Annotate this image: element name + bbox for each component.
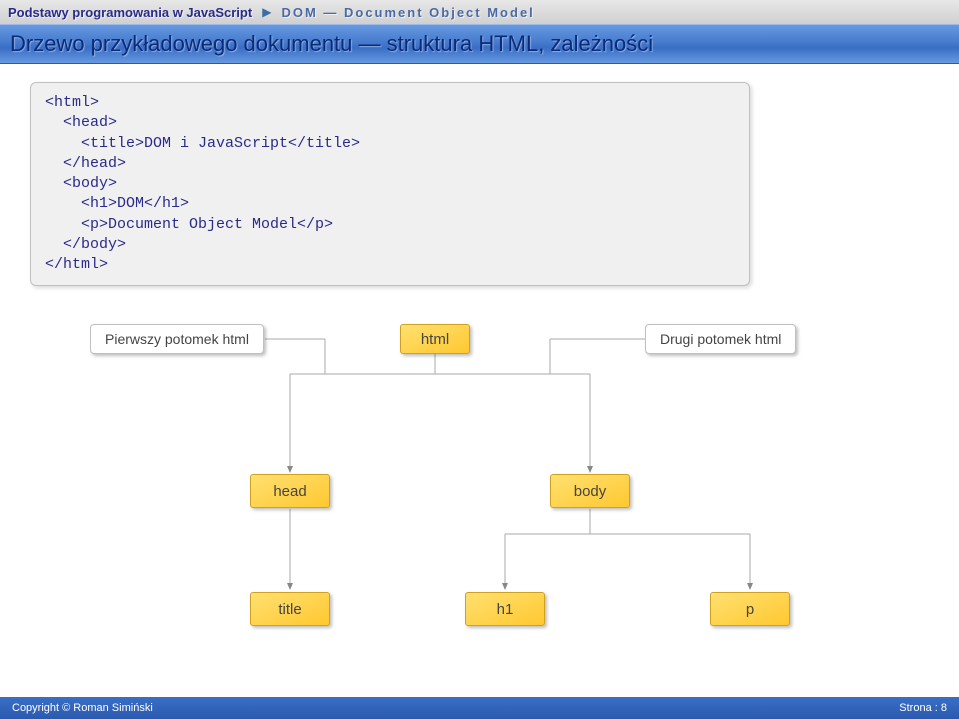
node-head-label: head — [273, 483, 306, 500]
footer-page: Strona : 8 — [899, 702, 947, 714]
node-head: head — [250, 474, 330, 508]
code-line-0: <html> — [45, 94, 99, 111]
header-right-text: DOM — Document Object Model — [281, 5, 534, 20]
node-h1-label: h1 — [497, 601, 514, 618]
footer-copyright: Copyright © Roman Simiński — [12, 702, 153, 714]
node-h1: h1 — [465, 592, 545, 626]
code-line-3: </head> — [45, 155, 126, 172]
page-title: Drzewo przykładowego dokumentu — struktu… — [0, 24, 959, 64]
node-title-label: title — [278, 601, 301, 618]
code-line-7: </body> — [45, 236, 126, 253]
node-p: p — [710, 592, 790, 626]
annotation-right-text: Drugi potomek html — [660, 331, 781, 347]
annotation-first-child: Pierwszy potomek html — [90, 324, 264, 354]
code-line-2: <title>DOM i JavaScript</title> — [45, 135, 360, 152]
footer-page-label: Strona : — [899, 702, 938, 714]
annotation-second-child: Drugi potomek html — [645, 324, 796, 354]
code-line-5: <h1>DOM</h1> — [45, 195, 189, 212]
code-line-1: <head> — [45, 114, 117, 131]
node-body: body — [550, 474, 630, 508]
code-sample: <html> <head> <title>DOM i JavaScript</t… — [30, 82, 750, 286]
node-html-label: html — [421, 331, 449, 348]
arrow-right-icon: ▶ — [262, 5, 271, 19]
header-bar: Podstawy programowania w JavaScript ▶ DO… — [0, 0, 959, 24]
code-line-6: <p>Document Object Model</p> — [45, 216, 333, 233]
tree-diagram: Pierwszy potomek html html Drugi potomek… — [30, 294, 930, 674]
node-body-label: body — [574, 483, 607, 500]
content-area: <html> <head> <title>DOM i JavaScript</t… — [0, 64, 959, 697]
footer-bar: Copyright © Roman Simiński Strona : 8 — [0, 697, 959, 719]
annotation-left-text: Pierwszy potomek html — [105, 331, 249, 347]
node-html: html — [400, 324, 470, 354]
footer-page-number: 8 — [941, 702, 947, 714]
node-p-label: p — [746, 601, 754, 618]
code-line-4: <body> — [45, 175, 117, 192]
code-line-8: </html> — [45, 256, 108, 273]
page-title-text: Drzewo przykładowego dokumentu — struktu… — [10, 31, 653, 57]
node-title: title — [250, 592, 330, 626]
header-left-text: Podstawy programowania w JavaScript — [8, 5, 252, 20]
